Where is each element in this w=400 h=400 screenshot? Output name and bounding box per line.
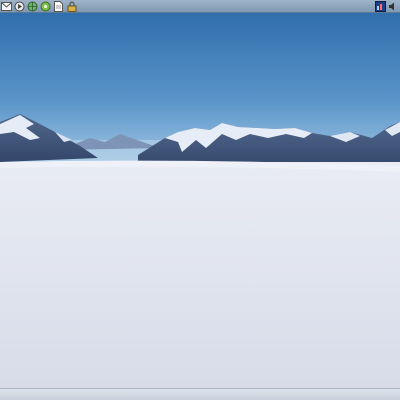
system-tray (375, 0, 400, 12)
snow-plain (0, 162, 400, 400)
chat-icon[interactable] (40, 1, 51, 12)
launcher-area (0, 0, 77, 12)
browser-icon[interactable] (14, 1, 25, 12)
top-panel (0, 0, 400, 13)
desktop-wallpaper (0, 0, 400, 400)
globe-icon[interactable] (27, 1, 38, 12)
volume-icon[interactable] (387, 1, 398, 12)
lock-icon[interactable] (66, 0, 77, 12)
mail-icon[interactable] (1, 1, 12, 12)
bottom-panel (0, 388, 400, 400)
network-monitor-icon[interactable] (375, 0, 386, 12)
document-icon[interactable] (53, 0, 64, 12)
